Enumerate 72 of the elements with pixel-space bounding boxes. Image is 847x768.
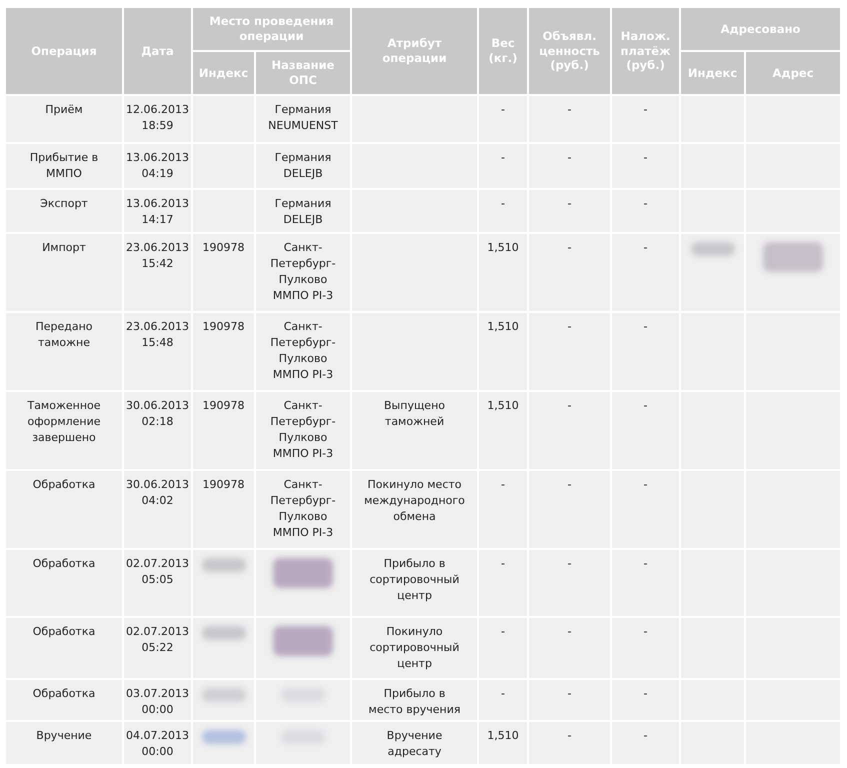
table-cell: 1,510 [479,722,528,764]
table-cell: - [612,722,680,764]
table-cell: - [479,144,528,188]
table-cell: - [479,190,528,232]
table-cell: 13.06.2013 04:19 [124,144,191,188]
table-cell: Санкт- Петербург- Пулково ММПО PI-3 [256,471,350,548]
table-cell: Германия NEUMUENST [256,96,350,142]
table-cell: 190978 [193,234,254,311]
table-cell: Обработка [6,680,122,720]
table-cell: 1,510 [479,234,528,311]
table-cell: - [612,234,680,311]
table-cell: - [612,550,680,616]
table-cell: - [612,471,680,548]
table-cell: 04.07.2013 00:00 [124,722,191,764]
table-cell: Вручение адресату [352,722,478,764]
table-cell: 12.06.2013 18:59 [124,96,191,142]
table-cell: Прибыло в место вручения [352,680,478,720]
table-cell: - [529,144,610,188]
table-cell: 02.07.2013 05:22 [124,618,191,678]
table-cell: - [529,550,610,616]
table-cell: 02.07.2013 05:05 [124,550,191,616]
table-cell: 13.06.2013 14:17 [124,190,191,232]
table-cell: Выпущено таможней [352,392,478,469]
table-cell: Обработка [6,550,122,616]
table-cell: Санкт- Петербург- Пулково ММПО PI-3 [256,234,350,311]
table-cell: 03.07.2013 00:00 [124,680,191,720]
table-cell: - [529,722,610,764]
table-cell: - [612,618,680,678]
table-cell: 1,510 [479,392,528,469]
table-cell: 1,510 [479,313,528,390]
table-cell: Обработка [6,618,122,678]
table-cell: - [612,313,680,390]
table-cell: - [529,313,610,390]
table-cell: 190978 [193,471,254,548]
table-cell: - [612,392,680,469]
table-cell: Покинуло место международного обмена [352,471,478,548]
table-cell: Прибыло в сортировочный центр [352,550,478,616]
table-cell: - [479,471,528,548]
table-cell: - [479,618,528,678]
table-cell: - [529,680,610,720]
table-cell: - [612,144,680,188]
table-cell: Обработка [6,471,122,548]
table-cell: Передано таможне [6,313,122,390]
table-cell: 190978 [193,392,254,469]
table-cell: Германия DELEJB [256,144,350,188]
table-cell: Импорт [6,234,122,311]
table-cell: Покинуло сортировочный центр [352,618,478,678]
table-cell: 30.06.2013 04:02 [124,471,191,548]
table-cell: - [529,190,610,232]
table-cell: - [479,550,528,616]
table-cell: - [479,680,528,720]
table-cell: - [529,96,610,142]
table-cell: 190978 [193,313,254,390]
table-cell: - [612,680,680,720]
table-cell: - [529,392,610,469]
table-cell: Экспорт [6,190,122,232]
table-cell: 23.06.2013 15:48 [124,313,191,390]
table-cell: - [612,190,680,232]
table-cell: - [529,618,610,678]
table-cell: - [479,96,528,142]
table-cell: Вручение [6,722,122,764]
table-cell: 23.06.2013 15:42 [124,234,191,311]
table-cell: Санкт- Петербург- Пулково ММПО PI-3 [256,313,350,390]
table-cell: - [612,96,680,142]
table-cell: Германия DELEJB [256,190,350,232]
table-cell: 30.06.2013 02:18 [124,392,191,469]
table-cell: Прибытие в ММПО [6,144,122,188]
table-cell: - [529,234,610,311]
table-cell: Санкт- Петербург- Пулково ММПО PI-3 [256,392,350,469]
table-cell: Приём [6,96,122,142]
table-cell: Таможенное оформление завершено [6,392,122,469]
table-cell: - [529,471,610,548]
